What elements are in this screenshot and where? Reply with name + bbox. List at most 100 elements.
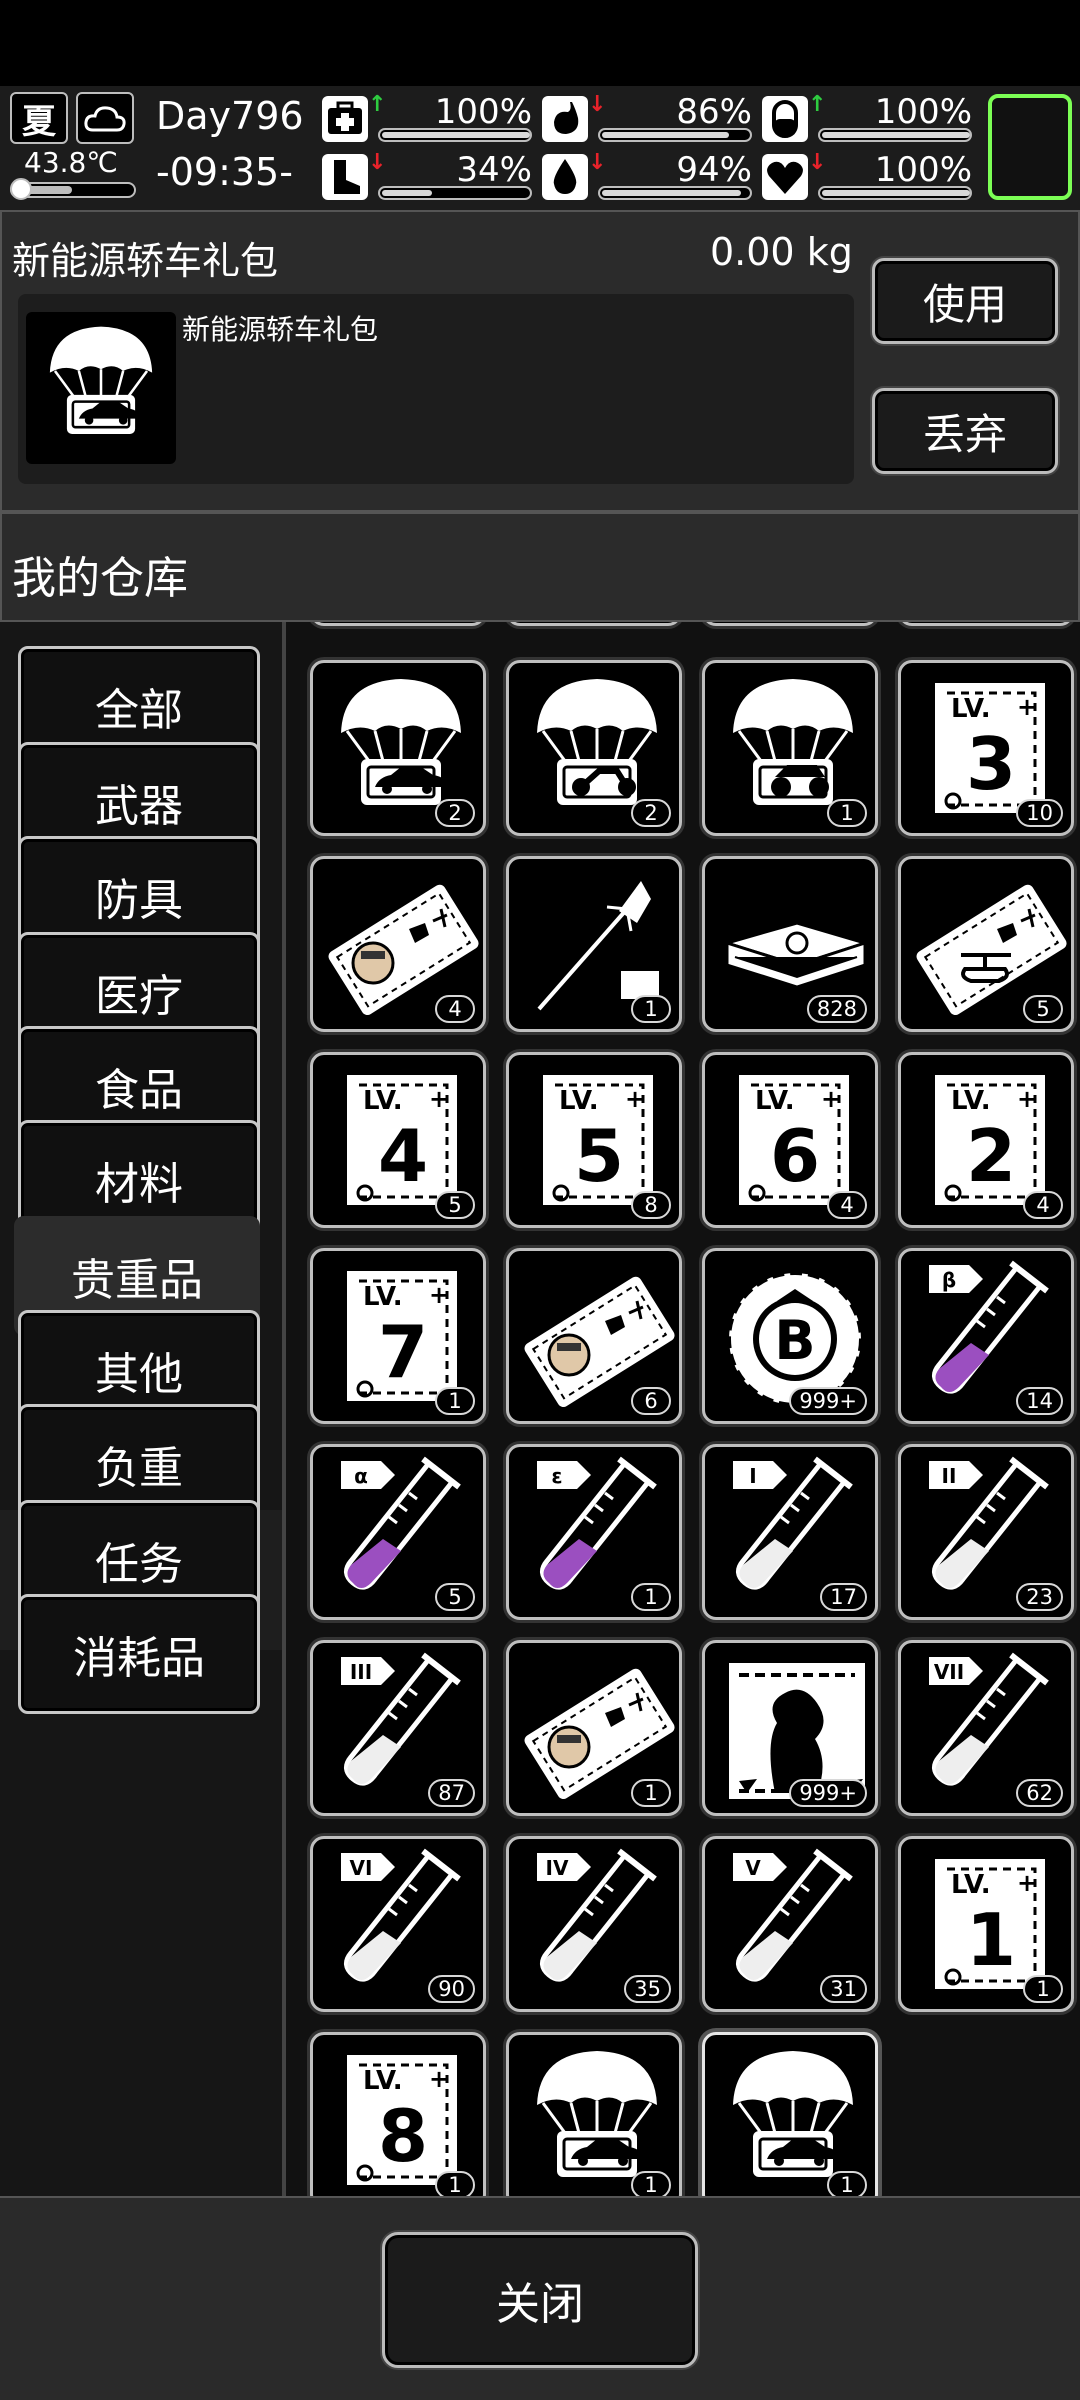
item-slot-partial[interactable] [702,622,878,626]
item-count: 8 [631,1191,671,1219]
close-button[interactable]: 关闭 [382,2232,698,2368]
item-count: 1 [827,799,867,827]
item-slot[interactable]: α5 [310,1444,486,1620]
item-slot[interactable]: 1 [702,2032,878,2196]
svg-text:α: α [354,1464,368,1488]
stat-bar [378,128,532,142]
item-count: 17 [820,1583,867,1611]
svg-text:+: + [429,1281,449,1309]
stat-thirst: ↓ 94% [542,150,752,202]
svg-text:+: + [1017,693,1037,721]
item-count: 2 [631,799,671,827]
boot-icon [322,154,368,200]
item-slot[interactable]: LV. +1 1 [898,1836,1074,2012]
item-grid[interactable]: 2 2 1 LV. +3 10 4 1 828 5 LV. +4 5 LV. +5 8 LV. +6 4 LV. +2 4… [282,622,1080,2196]
parachute-car-crate-icon [26,312,176,464]
item-slot[interactable]: β 14 [898,1248,1074,1424]
stat-value: 94% [676,150,752,190]
item-slot[interactable]: VI 90 [310,1836,486,2012]
stat-health: ↑ 100% [322,92,532,144]
item-count: 1 [435,1387,475,1415]
stat-bar [818,128,972,142]
item-count: 14 [1016,1387,1063,1415]
drop-button[interactable]: 丢弃 [872,388,1058,474]
svg-text:LV.: LV. [363,2066,403,2096]
item-slot[interactable]: LV. +5 8 [506,1052,682,1228]
svg-text:+: + [429,2065,449,2093]
svg-text:+: + [625,1085,645,1113]
item-slot[interactable]: IV 35 [506,1836,682,2012]
svg-text:I: I [749,1464,756,1488]
item-slot[interactable]: LV. +3 10 [898,660,1074,836]
item-slot[interactable]: VII 62 [898,1640,1074,1816]
item-name: 新能源轿车礼包 [12,239,279,283]
item-count: 1 [435,2171,475,2196]
item-slot[interactable]: B 999+ [702,1248,878,1424]
item-count: 1 [1023,1975,1063,2003]
svg-text:LV.: LV. [755,1086,795,1116]
svg-text:LV.: LV. [951,694,991,724]
trend-down-icon: ↓ [808,150,827,175]
item-slot-partial[interactable] [506,622,682,626]
item-slot[interactable]: LV. +2 4 [898,1052,1074,1228]
svg-text:4: 4 [378,1114,428,1198]
pill-icon [762,96,808,142]
item-slot-partial[interactable] [898,622,1074,626]
svg-text:ε: ε [551,1464,562,1488]
trend-up-icon: ↑ [808,92,827,117]
item-detail-panel: 新能源轿车礼包 0.00 kg 新能源轿车礼包 使用 丢弃 [0,210,1080,512]
item-slot[interactable]: 999+ [702,1640,878,1816]
stat-hunger: ↓ 86% [542,92,752,144]
item-slot[interactable]: 1 [506,2032,682,2196]
category-tab[interactable]: 消耗品 [18,1594,260,1714]
item-count: 62 [1016,1779,1063,1807]
footer-bar: 关闭 [0,2196,1080,2400]
svg-text:III: III [350,1660,372,1684]
item-slot[interactable]: LV. +7 1 [310,1248,486,1424]
item-count: 10 [1016,799,1063,827]
item-slot[interactable]: 4 [310,856,486,1032]
item-slot[interactable]: 5 [898,856,1074,1032]
svg-text:8: 8 [378,2094,428,2178]
svg-text:2: 2 [966,1114,1016,1198]
stomach-icon [542,96,588,142]
svg-text:V: V [745,1856,761,1880]
season-indicator: 夏 [10,92,68,144]
item-slot[interactable]: 1 [702,660,878,836]
item-slot[interactable]: III 87 [310,1640,486,1816]
item-slot[interactable]: 1 [506,856,682,1032]
item-slot[interactable]: 6 [506,1248,682,1424]
item-slot[interactable]: V 31 [702,1836,878,2012]
item-slot[interactable]: LV. +4 5 [310,1052,486,1228]
stat-stamina: ↓ 34% [322,150,532,202]
svg-text:LV.: LV. [363,1282,403,1312]
svg-text:+: + [1017,1869,1037,1897]
equipped-slot[interactable] [988,94,1072,200]
stat-value: 100% [434,92,532,132]
item-slot[interactable]: LV. +6 4 [702,1052,878,1228]
item-slot[interactable]: I 17 [702,1444,878,1620]
item-weight: 0.00 kg [710,230,853,274]
svg-text:5: 5 [574,1114,624,1198]
item-slot-partial[interactable] [310,622,486,626]
use-button[interactable]: 使用 [872,258,1058,344]
item-count: 5 [435,1583,475,1611]
item-slot[interactable]: 2 [506,660,682,836]
temperature-label: 43.8℃ [24,146,118,179]
item-slot[interactable]: 2 [310,660,486,836]
item-count: 999+ [789,1387,867,1415]
item-count: 87 [428,1779,475,1807]
stat-value: 100% [874,92,972,132]
item-slot[interactable]: LV. +8 1 [310,2032,486,2196]
svg-text:LV.: LV. [951,1870,991,1900]
item-count: 5 [435,1191,475,1219]
cloud-icon [76,92,134,144]
trend-down-icon: ↓ [588,150,607,175]
item-slot[interactable]: II 23 [898,1444,1074,1620]
stat-bar [598,128,752,142]
heart-icon [762,154,808,200]
item-count: 6 [631,1387,671,1415]
item-slot[interactable]: 828 [702,856,878,1032]
item-slot[interactable]: 1 [506,1640,682,1816]
item-slot[interactable]: ε1 [506,1444,682,1620]
